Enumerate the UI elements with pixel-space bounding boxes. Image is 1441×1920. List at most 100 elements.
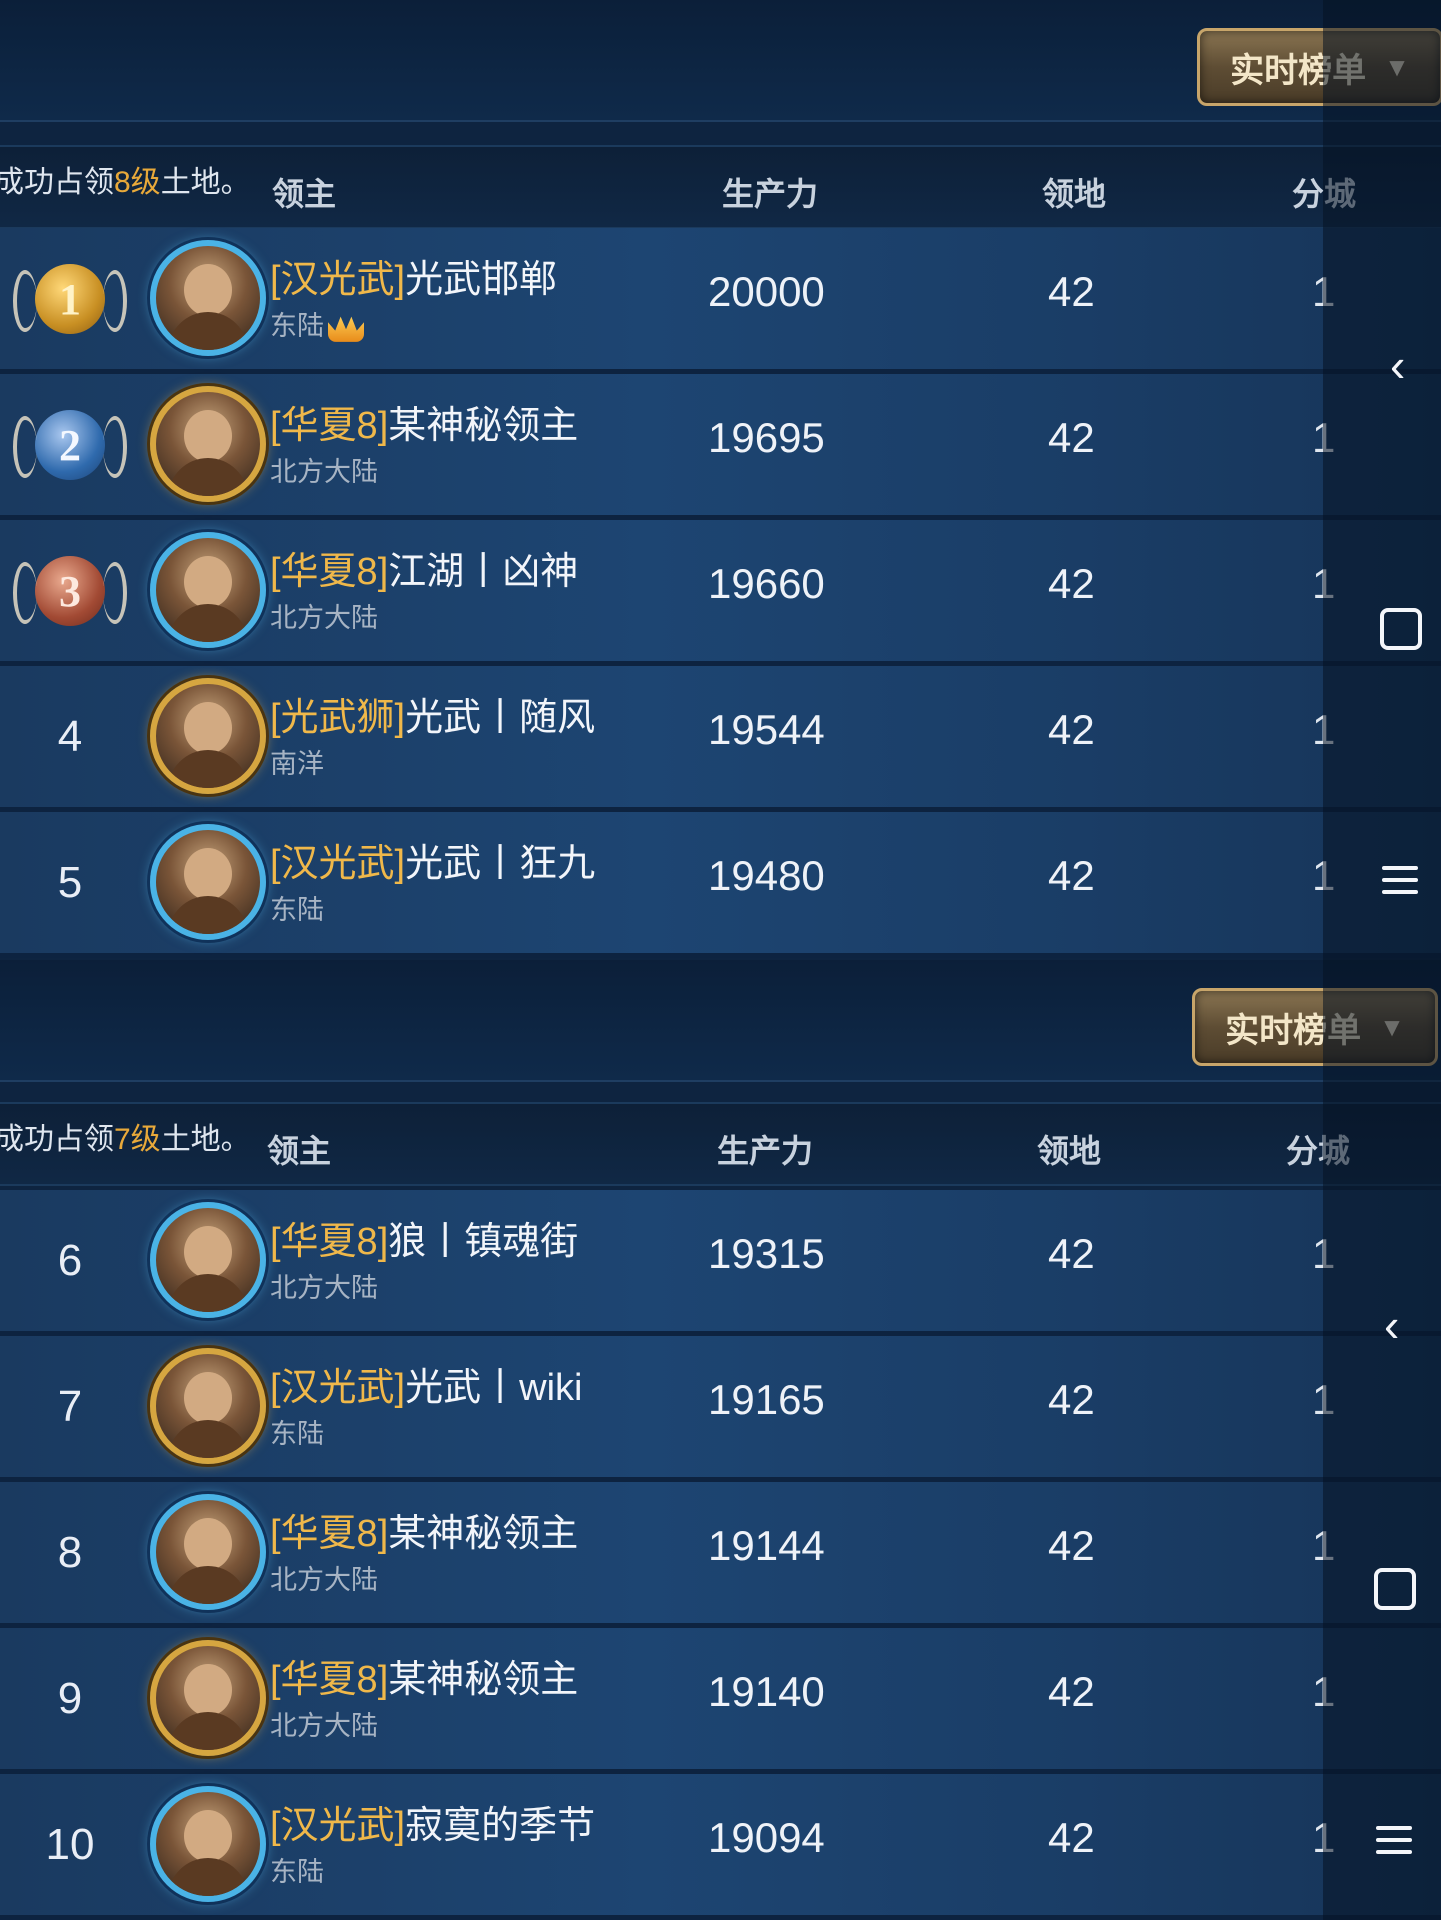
rank-cell: 2: [13, 402, 127, 488]
gold-medal-icon: 1: [13, 264, 127, 334]
ranking-panel-1: 实时榜单 ▼ 成功占领8级土地。 领主 生产力 领地 分城 1 [汉光武]光武邯…: [0, 0, 1441, 960]
avatar[interactable]: [150, 1786, 266, 1902]
territory-value: 42: [1048, 852, 1095, 899]
notice-text-end: 土地。: [160, 1123, 251, 1156]
back-chevron-left-icon[interactable]: ‹: [1384, 1302, 1399, 1348]
header-territory: 领地: [1037, 1133, 1102, 1169]
notice-text: 成功占领: [0, 166, 114, 199]
region-label: 北方大陆: [270, 1711, 378, 1741]
table-row[interactable]: 8 [华夏8]某神秘领主 北方大陆 19144 42 1: [0, 1482, 1441, 1628]
region-label: 东陆: [270, 304, 364, 343]
lord-name: [华夏8]某神秘领主: [270, 405, 579, 447]
avatar[interactable]: [150, 1640, 266, 1756]
table-row[interactable]: 6 [华夏8]狼丨镇魂街 北方大陆 19315 42 1: [0, 1190, 1441, 1336]
lord-name: [华夏8]狼丨镇魂街: [270, 1221, 579, 1263]
lord-name: [华夏8]某神秘领主: [270, 1659, 579, 1701]
lord-name: [汉光武]光武丨wiki: [270, 1367, 583, 1409]
notice-level: 7级: [114, 1123, 161, 1156]
capture-notice: 成功占领8级土地。: [0, 157, 251, 201]
productivity-value: 19695: [708, 414, 825, 461]
productivity-value: 20000: [708, 268, 825, 315]
rank-cell: 1: [13, 256, 127, 342]
silver-medal-icon: 2: [13, 410, 127, 480]
region-label: 北方大陆: [270, 1565, 378, 1595]
side-nav-overlay: [1323, 960, 1441, 1920]
top-bar: 实时榜单 ▼: [0, 0, 1441, 122]
table-row[interactable]: 5 [汉光武]光武丨狂九 东陆 19480 42 1: [0, 812, 1441, 958]
table-row[interactable]: 3 [华夏8]江湖丨凶神 北方大陆 19660 42 1: [0, 520, 1441, 666]
territory-value: 42: [1048, 560, 1095, 607]
rank-cell: 4: [57, 712, 83, 761]
avatar[interactable]: [150, 1348, 266, 1464]
productivity-value: 19144: [708, 1522, 825, 1569]
lord-name: [汉光武]光武丨狂九: [270, 843, 596, 885]
header-productivity: 生产力: [717, 1133, 814, 1169]
top-bar: 实时榜单 ▼: [0, 960, 1441, 1082]
productivity-value: 19480: [708, 852, 825, 899]
table-row[interactable]: 2 [华夏8]某神秘领主 北方大陆 19695 42 1: [0, 374, 1441, 520]
region-label: 东陆: [270, 895, 324, 925]
productivity-value: 19660: [708, 560, 825, 607]
lord-name: [华夏8]江湖丨凶神: [270, 551, 579, 593]
avatar[interactable]: [150, 678, 266, 794]
rank-cell: 10: [45, 1820, 95, 1869]
rank-cell: 8: [57, 1528, 83, 1577]
avatar[interactable]: [150, 386, 266, 502]
lord-name: [汉光武]寂寞的季节: [270, 1805, 596, 1847]
avatar[interactable]: [150, 1202, 266, 1318]
capture-notice: 成功占领7级土地。: [0, 1114, 251, 1158]
region-label: 南洋: [270, 749, 324, 779]
recents-menu-icon[interactable]: [1376, 1818, 1412, 1862]
home-square-icon[interactable]: [1374, 1568, 1416, 1610]
territory-value: 42: [1048, 414, 1095, 461]
territory-value: 42: [1048, 1230, 1095, 1277]
lord-name: [华夏8]某神秘领主: [270, 1513, 579, 1555]
territory-value: 42: [1048, 1814, 1095, 1861]
territory-value: 42: [1048, 268, 1095, 315]
rank-cell: 9: [57, 1674, 83, 1723]
region-label: 东陆: [270, 1857, 324, 1887]
productivity-value: 19094: [708, 1814, 825, 1861]
territory-value: 42: [1048, 1376, 1095, 1423]
rank-cell: 6: [57, 1236, 83, 1285]
header-lord: 领主: [272, 176, 337, 212]
productivity-value: 19315: [708, 1230, 825, 1277]
territory-value: 42: [1048, 1522, 1095, 1569]
side-nav-overlay: [1323, 0, 1441, 960]
avatar[interactable]: [150, 1494, 266, 1610]
table-row[interactable]: 9 [华夏8]某神秘领主 北方大陆 19140 42 1: [0, 1628, 1441, 1774]
notice-text-end: 土地。: [160, 166, 251, 199]
avatar[interactable]: [150, 532, 266, 648]
rank-cell: 5: [57, 858, 83, 907]
notice-level: 8级: [114, 166, 161, 199]
avatar[interactable]: [150, 824, 266, 940]
back-chevron-left-icon[interactable]: ‹: [1390, 342, 1405, 388]
table-row[interactable]: 4 [光武狮]光武丨随风 南洋 19544 42 1: [0, 666, 1441, 812]
rank-cell: 3: [13, 548, 127, 634]
header-territory: 领地: [1042, 176, 1107, 212]
territory-value: 42: [1048, 706, 1095, 753]
region-label: 北方大陆: [270, 603, 378, 633]
header-lord: 领主: [267, 1133, 332, 1169]
lord-name: [光武狮]光武丨随风: [270, 697, 596, 739]
ranking-panel-2: 实时榜单 ▼ 成功占领7级土地。 领主 生产力 领地 分城 6 [华夏8]狼丨镇…: [0, 960, 1441, 1920]
bronze-medal-icon: 3: [13, 556, 127, 626]
region-label: 东陆: [270, 1419, 324, 1449]
notice-text: 成功占领: [0, 1123, 114, 1156]
header-productivity: 生产力: [722, 176, 819, 212]
home-square-icon[interactable]: [1380, 608, 1422, 650]
table-header: 成功占领7级土地。 领主 生产力 领地 分城: [0, 1102, 1441, 1186]
lord-name: [汉光武]光武邯郸: [270, 259, 558, 301]
region-label: 北方大陆: [270, 457, 378, 487]
avatar[interactable]: [150, 240, 266, 356]
rank-cell: 7: [57, 1382, 83, 1431]
territory-value: 42: [1048, 1668, 1095, 1715]
productivity-value: 19544: [708, 706, 825, 753]
table-row[interactable]: 1 [汉光武]光武邯郸 东陆 20000 42 1: [0, 228, 1441, 374]
table-row[interactable]: 7 [汉光武]光武丨wiki 东陆 19165 42 1: [0, 1336, 1441, 1482]
crown-icon: [328, 316, 364, 342]
table-row[interactable]: 10 [汉光武]寂寞的季节 东陆 19094 42 1: [0, 1774, 1441, 1920]
productivity-value: 19140: [708, 1668, 825, 1715]
recents-menu-icon[interactable]: [1382, 858, 1418, 902]
productivity-value: 19165: [708, 1376, 825, 1423]
